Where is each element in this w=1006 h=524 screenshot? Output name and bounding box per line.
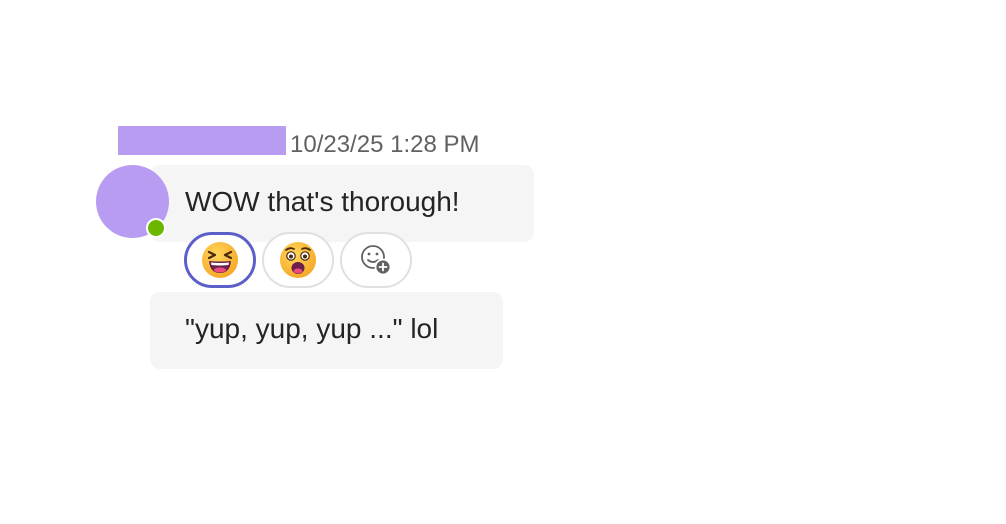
- reaction-laughing-button[interactable]: [184, 232, 256, 288]
- presence-available-icon: [146, 218, 166, 238]
- laughing-face-icon: [202, 242, 238, 278]
- message-bubble[interactable]: WOW that's thorough!: [150, 165, 534, 242]
- reaction-bar: [184, 232, 412, 288]
- message-bubble[interactable]: "yup, yup, yup ..." lol: [150, 292, 503, 369]
- add-reaction-button[interactable]: [340, 232, 412, 288]
- reaction-surprised-button[interactable]: [262, 232, 334, 288]
- surprised-face-icon: [280, 242, 316, 278]
- redacted-sender-name: [118, 126, 286, 155]
- message-text: "yup, yup, yup ..." lol: [185, 313, 439, 344]
- add-reaction-icon: [361, 245, 392, 276]
- message-timestamp: 10/23/25 1:28 PM: [290, 131, 480, 158]
- message-text: WOW that's thorough!: [185, 186, 460, 217]
